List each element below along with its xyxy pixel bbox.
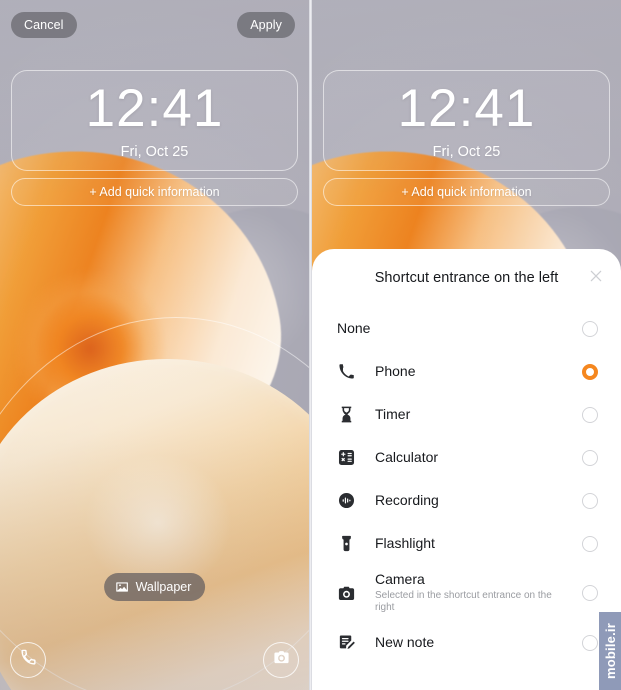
image-icon	[115, 580, 129, 594]
clock-date: Fri, Oct 25	[432, 143, 501, 160]
shortcut-option-calculator[interactable]: Calculator	[312, 436, 621, 479]
shortcut-option-label: Timer	[375, 406, 411, 423]
shortcut-option-body: None	[337, 320, 582, 337]
cancel-button-label: Cancel	[24, 18, 64, 32]
shortcut-option-radio[interactable]	[582, 320, 598, 337]
site-watermark: mobile.ir	[599, 612, 621, 690]
camera-icon	[273, 649, 290, 671]
clock-widget-left[interactable]: 12:41 Fri, Oct 25	[11, 70, 298, 171]
shortcut-option-body: New note	[375, 634, 582, 651]
cancel-button[interactable]: Cancel	[11, 12, 77, 38]
shortcut-option-label: Camera	[375, 570, 425, 587]
phone-icon	[20, 649, 37, 671]
lockscreen-shortcut-camera[interactable]	[263, 642, 299, 678]
shortcut-option-label: New note	[375, 634, 435, 651]
shortcut-option-list: None Phone Timer Calculator Recording Flashli…	[312, 307, 621, 664]
shortcut-option-flashlight[interactable]: Flashlight	[312, 522, 621, 565]
close-button[interactable]	[583, 265, 609, 291]
shortcut-option-radio[interactable]	[582, 449, 598, 466]
shortcut-option-body: Timer	[375, 406, 582, 423]
add-quick-information-button-right[interactable]: + Add quick information	[323, 178, 610, 206]
recording-icon	[337, 491, 375, 510]
lockscreen-preview-left: Cancel Apply 12:41 Fri, Oct 25 + Add qui…	[0, 0, 309, 690]
shortcut-option-body: Flashlight	[375, 535, 582, 552]
shortcut-option-label: Calculator	[375, 449, 439, 466]
clock-widget-right[interactable]: 12:41 Fri, Oct 25	[323, 70, 610, 171]
shortcut-option-recording[interactable]: Recording	[312, 479, 621, 522]
timer-icon	[337, 405, 375, 424]
clock-time: 12:41	[397, 78, 536, 138]
calculator-icon	[337, 448, 375, 467]
shortcut-option-body: Calculator	[375, 449, 582, 466]
dialog-header: Shortcut entrance on the left	[312, 249, 621, 307]
shortcut-option-radio[interactable]	[582, 492, 598, 509]
apply-button-label: Apply	[250, 18, 282, 32]
add-quick-information-button-left[interactable]: + Add quick information	[11, 178, 298, 206]
editor-topbar: Cancel Apply	[0, 0, 309, 50]
dialog-title: Shortcut entrance on the left	[374, 270, 559, 286]
wallpaper-button-label: Wallpaper	[135, 580, 192, 594]
shortcut-option-radio[interactable]	[582, 535, 598, 552]
shortcut-option-radio[interactable]	[582, 585, 598, 601]
camera-icon	[337, 584, 375, 603]
shortcut-option-label: None	[337, 320, 371, 337]
add-quick-information-label: + Add quick information	[401, 185, 532, 199]
shortcut-option-camera[interactable]: Camera Selected in the shortcut entrance …	[312, 565, 621, 621]
shortcut-option-radio[interactable]	[582, 406, 598, 423]
shortcut-option-label: Flashlight	[375, 535, 435, 552]
flashlight-icon	[337, 534, 375, 553]
wallpaper-button[interactable]: Wallpaper	[103, 573, 206, 601]
shortcut-option-body: Phone	[375, 363, 582, 380]
shortcut-option-phone[interactable]: Phone	[312, 350, 621, 393]
shortcut-option-none[interactable]: None	[312, 307, 621, 350]
lockscreen-shortcut-phone[interactable]	[10, 642, 46, 678]
shortcut-option-timer[interactable]: Timer	[312, 393, 621, 436]
screenshot-root: Cancel Apply 12:41 Fri, Oct 25 + Add qui…	[0, 0, 621, 690]
close-icon	[588, 268, 604, 289]
shortcut-option-label: Recording	[375, 492, 439, 509]
shortcut-option-subtitle: Selected in the shortcut entrance on the…	[375, 589, 552, 614]
clock-date: Fri, Oct 25	[120, 143, 189, 160]
shortcut-option-new-note[interactable]: New note	[312, 621, 621, 664]
shortcut-option-radio[interactable]	[582, 363, 598, 380]
clock-time: 12:41	[85, 78, 224, 138]
apply-button[interactable]: Apply	[237, 12, 295, 38]
shortcut-option-body: Camera Selected in the shortcut entrance …	[375, 571, 582, 615]
new-note-icon	[337, 633, 375, 652]
phone-icon	[337, 362, 375, 381]
shortcut-entrance-dialog: Shortcut entrance on the left None Phone T…	[312, 249, 621, 690]
add-quick-information-label: + Add quick information	[89, 185, 220, 199]
shortcut-option-body: Recording	[375, 492, 582, 509]
shortcut-option-label: Phone	[375, 363, 416, 380]
shortcut-option-radio[interactable]	[582, 634, 598, 651]
watermark-text: mobile.ir	[602, 623, 618, 679]
